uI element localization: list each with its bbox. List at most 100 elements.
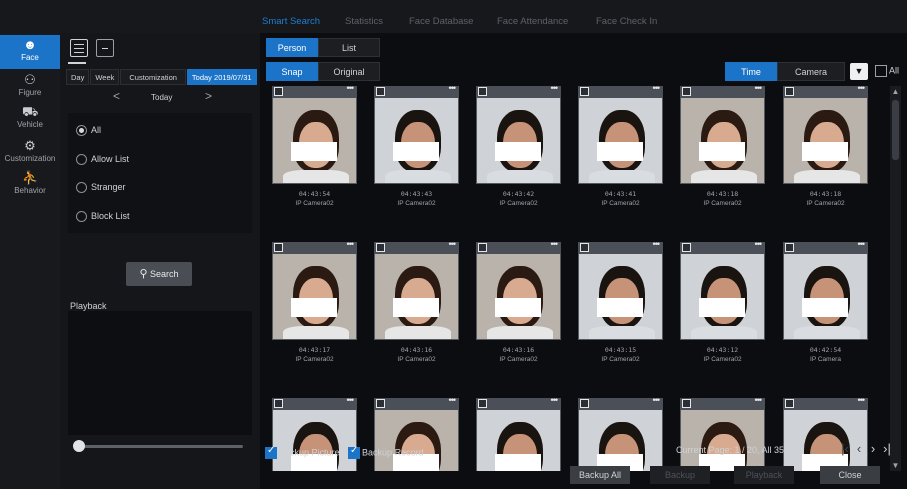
face-snapshot[interactable] [374, 98, 459, 184]
select-all-checkbox[interactable]: All [875, 65, 899, 77]
radio-block-list[interactable]: Block List [76, 210, 130, 224]
more-options-icon[interactable]: ••• [449, 239, 457, 249]
rail-item-figure[interactable]: ⚇ Figure [0, 71, 60, 99]
tab-statistics[interactable]: Statistics [345, 16, 383, 27]
card-checkbox[interactable] [580, 243, 589, 252]
more-options-icon[interactable]: ••• [347, 86, 355, 93]
card-checkbox[interactable] [785, 399, 794, 408]
next-date-button[interactable]: > [205, 89, 212, 103]
result-card[interactable]: ••• [680, 395, 765, 471]
range-tab-day[interactable]: Day [66, 69, 90, 85]
tab-smart-search[interactable]: Smart Search [262, 16, 320, 27]
tab-list[interactable]: List [318, 38, 380, 57]
more-options-icon[interactable]: ••• [755, 395, 763, 405]
card-checkbox[interactable] [376, 87, 385, 96]
first-page-icon[interactable]: |‹ [838, 441, 852, 456]
backup-all-button[interactable]: Backup All [570, 466, 630, 484]
card-checkbox[interactable] [274, 399, 283, 408]
more-options-icon[interactable]: ••• [551, 86, 559, 93]
result-card[interactable]: ••• 04:43:54 IP Camera02 [272, 86, 357, 207]
more-options-icon[interactable]: ••• [653, 239, 661, 249]
backup-picture-checkbox[interactable]: Backup Picture [265, 445, 340, 459]
result-card[interactable]: ••• 04:43:42 IP Camera02 [476, 86, 561, 207]
face-snapshot[interactable] [680, 254, 765, 340]
more-options-icon[interactable]: ••• [449, 395, 457, 405]
search-button[interactable]: ⚲ Search [126, 262, 192, 286]
sort-by-time[interactable]: Time [725, 62, 777, 81]
result-card[interactable]: ••• 04:43:16 IP Camera02 [374, 239, 459, 363]
more-options-icon[interactable]: ••• [858, 395, 866, 405]
scroll-thumb[interactable] [892, 100, 899, 160]
filter-icon[interactable]: ▼ [850, 63, 868, 80]
result-card[interactable]: ••• [578, 395, 663, 471]
face-snapshot[interactable] [783, 98, 868, 184]
range-tab-customization[interactable]: Customization [120, 69, 186, 85]
more-options-icon[interactable]: ••• [551, 239, 559, 249]
card-checkbox[interactable] [478, 399, 487, 408]
sort-by-camera[interactable]: Camera [777, 62, 845, 81]
results-scrollbar[interactable]: ▲ ▼ [890, 86, 901, 471]
result-card[interactable]: ••• [272, 395, 357, 471]
more-options-icon[interactable]: ••• [347, 239, 355, 249]
playback-button[interactable]: Playback [734, 466, 794, 484]
tab-face-check-in[interactable]: Face Check In [596, 16, 657, 27]
more-options-icon[interactable]: ••• [653, 395, 661, 405]
range-tab-today[interactable]: Today 2019/07/31 [186, 69, 257, 85]
card-checkbox[interactable] [580, 399, 589, 408]
tab-face-database[interactable]: Face Database [409, 16, 473, 27]
face-snapshot[interactable] [374, 254, 459, 340]
range-tab-week[interactable]: Week [90, 69, 120, 85]
rail-item-vehicle[interactable]: ⛟ Vehicle [0, 103, 60, 131]
face-snapshot[interactable] [783, 254, 868, 340]
card-checkbox[interactable] [478, 243, 487, 252]
radio-allow-list[interactable]: Allow List [76, 153, 129, 167]
card-checkbox[interactable] [682, 399, 691, 408]
result-card[interactable]: ••• 04:43:41 IP Camera02 [578, 86, 663, 207]
card-checkbox[interactable] [274, 87, 283, 96]
backup-record-checkbox[interactable]: Backup Record [348, 445, 424, 459]
radio-all[interactable]: All [76, 124, 101, 138]
face-snapshot[interactable] [578, 410, 663, 471]
tab-face-attendance[interactable]: Face Attendance [497, 16, 568, 27]
face-snapshot[interactable] [680, 98, 765, 184]
playback-slider-handle[interactable] [73, 440, 85, 452]
result-card[interactable]: ••• 04:43:43 IP Camera02 [374, 86, 459, 207]
more-options-icon[interactable]: ••• [347, 395, 355, 405]
rail-item-face[interactable]: ☻ Face [0, 35, 60, 69]
face-snapshot[interactable] [476, 254, 561, 340]
playback-slider-track[interactable] [78, 445, 243, 448]
face-snapshot[interactable] [272, 254, 357, 340]
face-snapshot[interactable] [476, 410, 561, 471]
card-checkbox[interactable] [376, 243, 385, 252]
close-button[interactable]: Close [820, 466, 880, 484]
more-options-icon[interactable]: ••• [755, 239, 763, 249]
more-options-icon[interactable]: ••• [858, 86, 866, 93]
face-snapshot[interactable] [374, 410, 459, 471]
result-card[interactable]: ••• 04:42:54 IP Camera [783, 239, 868, 363]
result-card[interactable]: ••• 04:43:15 IP Camera02 [578, 239, 663, 363]
more-options-icon[interactable]: ••• [551, 395, 559, 405]
result-card[interactable]: ••• [476, 395, 561, 471]
tab-original[interactable]: Original [318, 62, 380, 81]
face-snapshot[interactable] [272, 98, 357, 184]
card-checkbox[interactable] [682, 87, 691, 96]
face-snapshot[interactable] [578, 254, 663, 340]
face-snapshot[interactable] [476, 98, 561, 184]
scroll-up-icon[interactable]: ▲ [890, 86, 901, 97]
frame-view-toggle-icon[interactable] [96, 39, 114, 57]
card-checkbox[interactable] [785, 87, 794, 96]
card-checkbox[interactable] [376, 399, 385, 408]
backup-button[interactable]: Backup [650, 466, 710, 484]
prev-date-button[interactable]: < [113, 89, 120, 103]
more-options-icon[interactable]: ••• [653, 86, 661, 93]
card-checkbox[interactable] [785, 243, 794, 252]
result-card[interactable]: ••• [374, 395, 459, 471]
result-card[interactable]: ••• 04:43:12 IP Camera02 [680, 239, 765, 363]
face-snapshot[interactable] [680, 410, 765, 471]
card-checkbox[interactable] [274, 243, 283, 252]
result-card[interactable]: ••• 04:43:16 IP Camera02 [476, 239, 561, 363]
card-checkbox[interactable] [580, 87, 589, 96]
snapshot-view-toggle-icon[interactable] [70, 39, 88, 57]
card-checkbox[interactable] [478, 87, 487, 96]
scroll-down-icon[interactable]: ▼ [890, 460, 901, 471]
